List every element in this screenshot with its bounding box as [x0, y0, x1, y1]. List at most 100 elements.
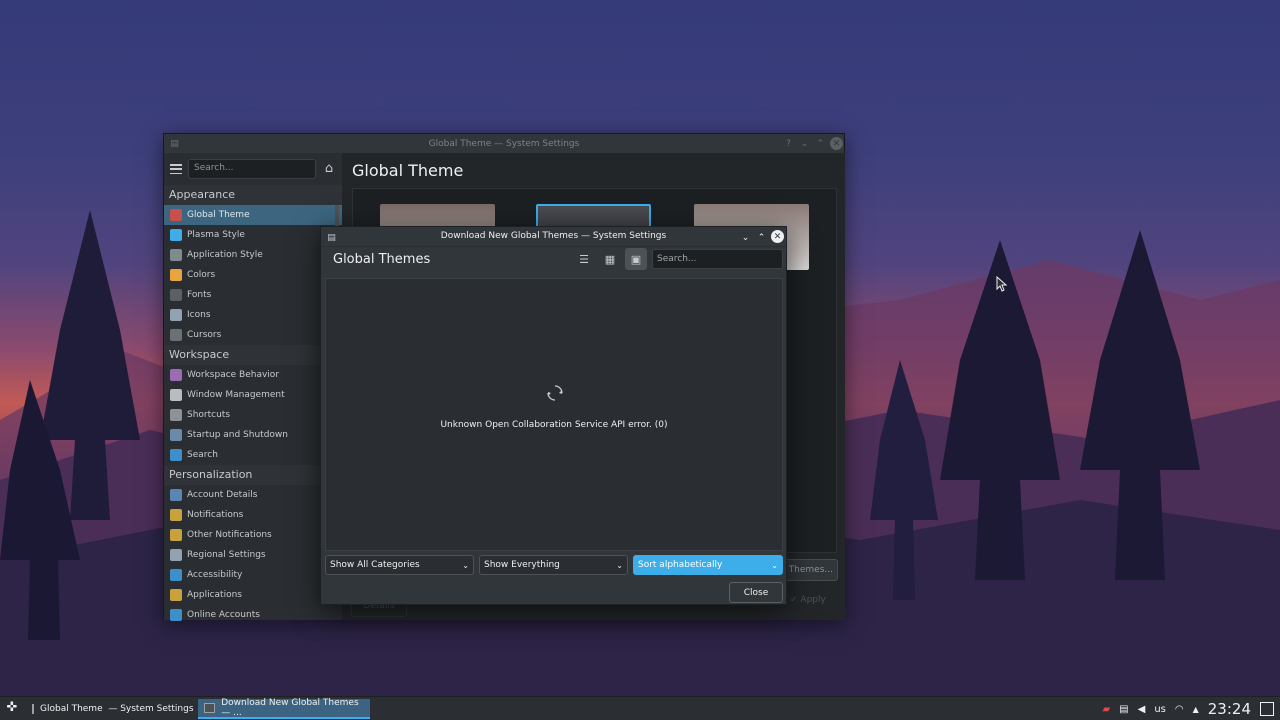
- category-filter-select[interactable]: Show All Categories ⌄: [325, 555, 474, 575]
- sidebar-item-other-notifications[interactable]: Other Notifications: [164, 525, 342, 545]
- sidebar-item-cursors[interactable]: Cursors: [164, 325, 342, 345]
- taskbar: ✜ Global Theme — System Settings Downloa…: [0, 696, 1280, 720]
- close-button[interactable]: Close: [729, 582, 783, 603]
- page-title: Global Theme: [352, 161, 464, 180]
- sidebar-item-icons[interactable]: Icons: [164, 305, 342, 325]
- show-desktop-icon[interactable]: [1260, 702, 1274, 716]
- sidebar-item-label: Notifications: [187, 510, 244, 520]
- keyboard-layout-indicator[interactable]: us: [1154, 704, 1166, 715]
- sidebar-item-label: Application Style: [187, 250, 263, 260]
- fonts-icon: [170, 289, 182, 301]
- sidebar-item-label: Window Management: [187, 390, 285, 400]
- hamburger-menu-icon[interactable]: [170, 164, 182, 174]
- close-icon[interactable]: ✕: [830, 137, 843, 150]
- sidebar-item-label: Applications: [187, 590, 242, 600]
- sidebar-item-accessibility[interactable]: Accessibility: [164, 565, 342, 585]
- task-download-themes[interactable]: Download New Global Themes — ...: [198, 698, 370, 719]
- maximize-icon[interactable]: ⌃: [755, 231, 768, 244]
- sidebar-item-label: Regional Settings: [187, 550, 266, 560]
- sidebar-item-label: Accessibility: [187, 570, 243, 580]
- settings-titlebar[interactable]: ▤ Global Theme — System Settings ? ⌄ ⌃ ✕: [164, 134, 844, 153]
- sidebar-item-regional-settings[interactable]: Regional Settings: [164, 545, 342, 565]
- other-notifications-icon: [170, 529, 182, 541]
- sort-order-value: Sort alphabetically: [638, 560, 723, 570]
- task-label: Global Theme — System Settings: [40, 704, 194, 714]
- colors-icon: [170, 269, 182, 281]
- sidebar-item-fonts[interactable]: Fonts: [164, 285, 342, 305]
- clock[interactable]: 23:24: [1208, 700, 1251, 718]
- plasma-style-icon: [170, 229, 182, 241]
- notifications-icon: [170, 509, 182, 521]
- category-filter-value: Show All Categories: [330, 560, 420, 570]
- sidebar-item-label: Global Theme: [187, 210, 250, 220]
- download-themes-dialog: ▤ Download New Global Themes — System Se…: [320, 226, 787, 605]
- sidebar-item-plasma-style[interactable]: Plasma Style: [164, 225, 342, 245]
- minimize-icon[interactable]: ⌄: [798, 137, 811, 150]
- shortcuts-icon: [170, 409, 182, 421]
- sidebar-item-search[interactable]: Search: [164, 445, 342, 465]
- sidebar-item-notifications[interactable]: Notifications: [164, 505, 342, 525]
- application-launcher-icon[interactable]: ✜: [4, 700, 20, 717]
- close-icon[interactable]: ✕: [771, 230, 784, 243]
- maximize-icon[interactable]: ⌃: [814, 137, 827, 150]
- sidebar-item-account-details[interactable]: Account Details: [164, 485, 342, 505]
- apply-label: Apply: [800, 595, 826, 605]
- account-details-icon: [170, 489, 182, 501]
- settings-sidebar: Search... ⌂ Appearance Global Theme Plasma…: [164, 153, 342, 621]
- sidebar-search-input[interactable]: Search...: [188, 159, 316, 179]
- sidebar-item-window-management[interactable]: Window Management: [164, 385, 342, 405]
- sidebar-item-label: Startup and Shutdown: [187, 430, 288, 440]
- sidebar-item-application-style[interactable]: Application Style: [164, 245, 342, 265]
- chevron-down-icon: ⌄: [771, 560, 778, 570]
- category-header: Appearance: [164, 185, 342, 205]
- sidebar-item-label: Other Notifications: [187, 530, 272, 540]
- home-icon[interactable]: ⌂: [322, 162, 336, 176]
- sidebar-item-startup-and-shutdown[interactable]: Startup and Shutdown: [164, 425, 342, 445]
- refresh-spinner-icon: [547, 385, 563, 401]
- sort-order-select[interactable]: Sort alphabetically ⌄: [633, 555, 783, 575]
- sidebar-item-label: Plasma Style: [187, 230, 245, 240]
- content-filter-select[interactable]: Show Everything ⌄: [479, 555, 628, 575]
- icons-icon: [170, 309, 182, 321]
- wifi-icon[interactable]: ◠: [1175, 704, 1184, 715]
- minimize-icon[interactable]: ⌄: [739, 231, 752, 244]
- task-settings[interactable]: Global Theme — System Settings: [26, 699, 194, 719]
- search-icon: [170, 449, 182, 461]
- tile-view-icon[interactable]: ▦: [599, 248, 621, 270]
- dialog-header: Global Themes ☰ ▦ ▣ Search...: [321, 247, 786, 277]
- dialog-heading: Global Themes: [333, 252, 431, 267]
- online-accounts-icon: [170, 609, 182, 621]
- sidebar-item-global-theme[interactable]: Global Theme: [164, 205, 342, 225]
- help-icon[interactable]: ?: [782, 137, 795, 150]
- sidebar-item-applications[interactable]: Applications: [164, 585, 342, 605]
- dialog-search-input[interactable]: Search...: [652, 249, 783, 269]
- chevron-down-icon: ⌄: [462, 560, 469, 570]
- sidebar-item-label: Fonts: [187, 290, 212, 300]
- category-header: Personalization: [164, 465, 342, 485]
- regional-settings-icon: [170, 549, 182, 561]
- preview-view-icon[interactable]: ▣: [625, 248, 647, 270]
- startup-shutdown-icon: [170, 429, 182, 441]
- settings-app-icon: [204, 703, 216, 713]
- sidebar-item-label: Icons: [187, 310, 211, 320]
- clipboard-icon[interactable]: ▤: [1119, 704, 1128, 715]
- chevron-down-icon: ⌄: [616, 560, 623, 570]
- updates-icon[interactable]: ▰: [1102, 704, 1110, 715]
- dialog-titlebar[interactable]: ▤ Download New Global Themes — System Se…: [321, 227, 786, 247]
- sidebar-item-label: Workspace Behavior: [187, 370, 280, 380]
- settings-window-title: Global Theme — System Settings: [428, 138, 580, 149]
- content-filter-value: Show Everything: [484, 560, 560, 570]
- sidebar-item-shortcuts[interactable]: Shortcuts: [164, 405, 342, 425]
- tray-expand-icon[interactable]: ▲: [1193, 705, 1199, 714]
- cursors-icon: [170, 329, 182, 341]
- sidebar-item-colors[interactable]: Colors: [164, 265, 342, 285]
- apply-button[interactable]: ✓ Apply: [790, 595, 826, 605]
- list-view-icon[interactable]: ☰: [573, 248, 595, 270]
- system-tray: ▰ ▤ ◀ us ◠ ▲ 23:24: [1102, 697, 1280, 720]
- sidebar-item-workspace-behavior[interactable]: Workspace Behavior: [164, 365, 342, 385]
- sidebar-item-label: Online Accounts: [187, 610, 260, 620]
- get-new-themes-button[interactable]: Get New Global Themes...: [783, 559, 838, 581]
- sidebar-category-list: Appearance Global Theme Plasma Style Applic…: [164, 185, 342, 625]
- volume-icon[interactable]: ◀: [1138, 704, 1146, 715]
- sidebar-item-online-accounts[interactable]: Online Accounts: [164, 605, 342, 625]
